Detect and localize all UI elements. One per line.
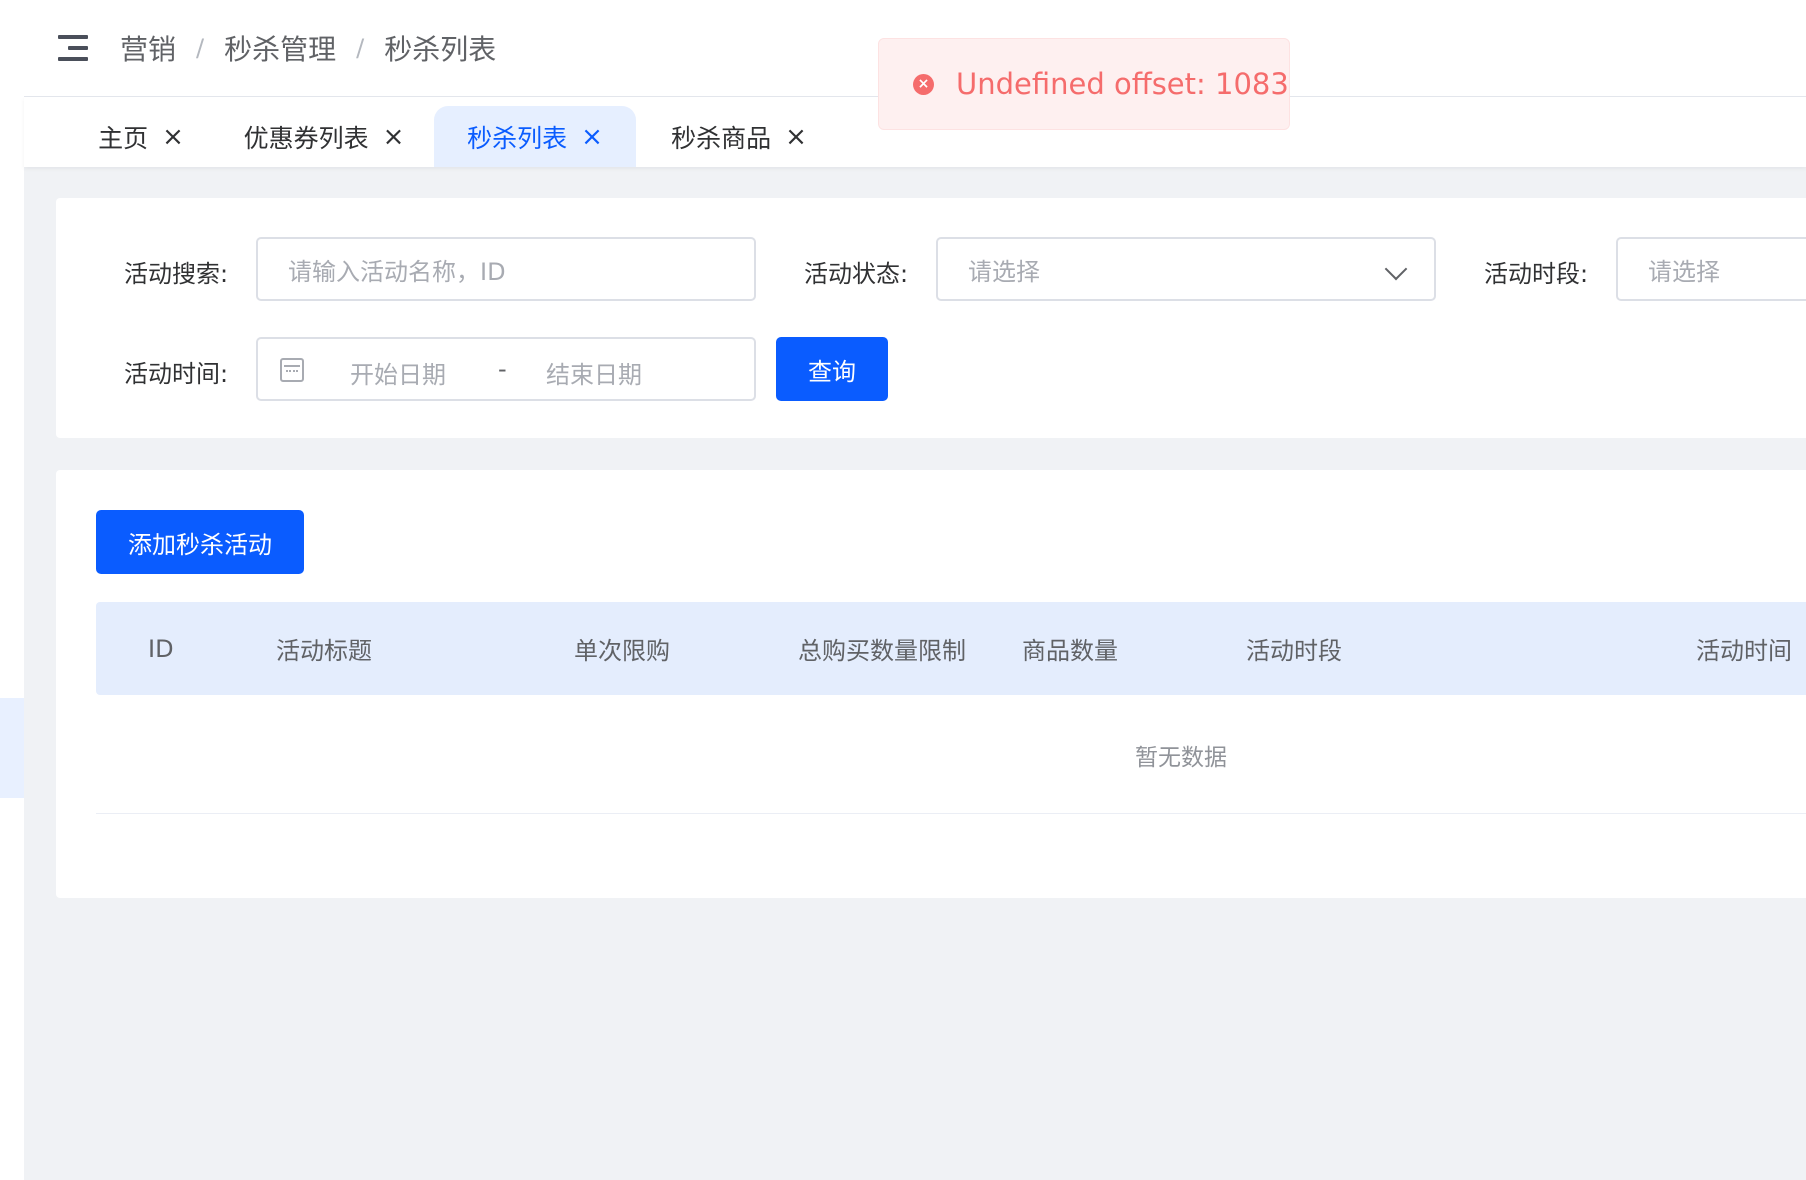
activity-period-label: 活动时段: (1484, 260, 1589, 288)
filter-panel: 活动搜索: 请输入活动名称，ID 活动状态: 请选择 活动时段: 请选择 活动时… (56, 198, 1806, 438)
breadcrumb-separator: / (196, 34, 205, 62)
tab-seckill-list[interactable]: 秒杀列表 × (434, 106, 636, 167)
close-icon[interactable]: × (581, 124, 603, 150)
activity-time-label: 活动时间: (124, 360, 229, 388)
calendar-icon (280, 358, 304, 382)
column-header-title[interactable]: 活动标题 (276, 602, 372, 695)
tab-label: 优惠券列表 (243, 123, 369, 153)
chevron-down-icon (1384, 257, 1408, 281)
column-header-activity-period[interactable]: 活动时段 (1246, 602, 1342, 695)
breadcrumb-item-marketing[interactable]: 营销 (120, 28, 176, 68)
activity-date-range[interactable]: 开始日期 - 结束日期 (256, 337, 756, 401)
tab-coupon-list[interactable]: 优惠券列表 × (224, 106, 424, 167)
error-toast: × Undefined offset: 1083 (878, 38, 1290, 130)
activity-status-placeholder: 请选择 (968, 257, 1040, 286)
table-bottom-divider (96, 813, 1806, 814)
activity-period-select[interactable]: 请选择 (1616, 237, 1806, 301)
table-header: ID 活动标题 单次限购 总购买数量限制 商品数量 活动时段 活动时间 (96, 602, 1806, 695)
activity-search-placeholder: 请输入活动名称，ID (288, 257, 506, 286)
tab-seckill-products[interactable]: 秒杀商品 × (644, 106, 834, 167)
column-header-activity-time[interactable]: 活动时间 (1696, 602, 1792, 695)
breadcrumb-separator: / (356, 34, 365, 62)
activity-status-label: 活动状态: (804, 260, 909, 288)
column-header-id[interactable]: ID (148, 602, 174, 695)
column-header-single-limit[interactable]: 单次限购 (574, 602, 670, 695)
add-seckill-button[interactable]: 添加秒杀活动 (96, 510, 304, 574)
breadcrumb: 营销 / 秒杀管理 / 秒杀列表 (120, 28, 496, 68)
breadcrumb-item-seckill-management[interactable]: 秒杀管理 (224, 28, 336, 68)
close-icon[interactable]: × (785, 124, 807, 150)
column-header-total-limit[interactable]: 总购买数量限制 (798, 602, 966, 695)
activity-search-input[interactable]: 请输入活动名称，ID (256, 237, 756, 301)
date-range-separator: - (498, 355, 507, 383)
seckill-table-panel: 添加秒杀活动 ID 活动标题 单次限购 总购买数量限制 商品数量 活动时段 活动… (56, 470, 1806, 898)
tab-label: 主页 (98, 123, 149, 153)
menu-toggle-icon[interactable] (58, 35, 88, 61)
end-date-placeholder[interactable]: 结束日期 (546, 355, 642, 390)
query-button[interactable]: 查询 (776, 337, 888, 401)
close-icon[interactable]: × (162, 124, 184, 150)
sidebar-strip (0, 0, 24, 1180)
sidebar-active-indicator (0, 698, 24, 798)
activity-status-select[interactable]: 请选择 (936, 237, 1436, 301)
tab-label: 秒杀商品 (671, 123, 772, 153)
table-empty-text: 暂无数据 (1135, 745, 1227, 771)
start-date-placeholder[interactable]: 开始日期 (350, 355, 446, 390)
error-toast-message: Undefined offset: 1083 (956, 67, 1289, 101)
error-circle-icon: × (913, 73, 934, 95)
breadcrumb-item-seckill-list: 秒杀列表 (384, 33, 497, 66)
tab-label: 秒杀列表 (467, 123, 568, 153)
activity-period-placeholder: 请选择 (1648, 257, 1720, 286)
tab-home[interactable]: 主页 × (68, 106, 214, 167)
activity-search-label: 活动搜索: (124, 260, 229, 288)
close-icon[interactable]: × (383, 124, 405, 150)
column-header-product-count[interactable]: 商品数量 (1022, 602, 1118, 695)
